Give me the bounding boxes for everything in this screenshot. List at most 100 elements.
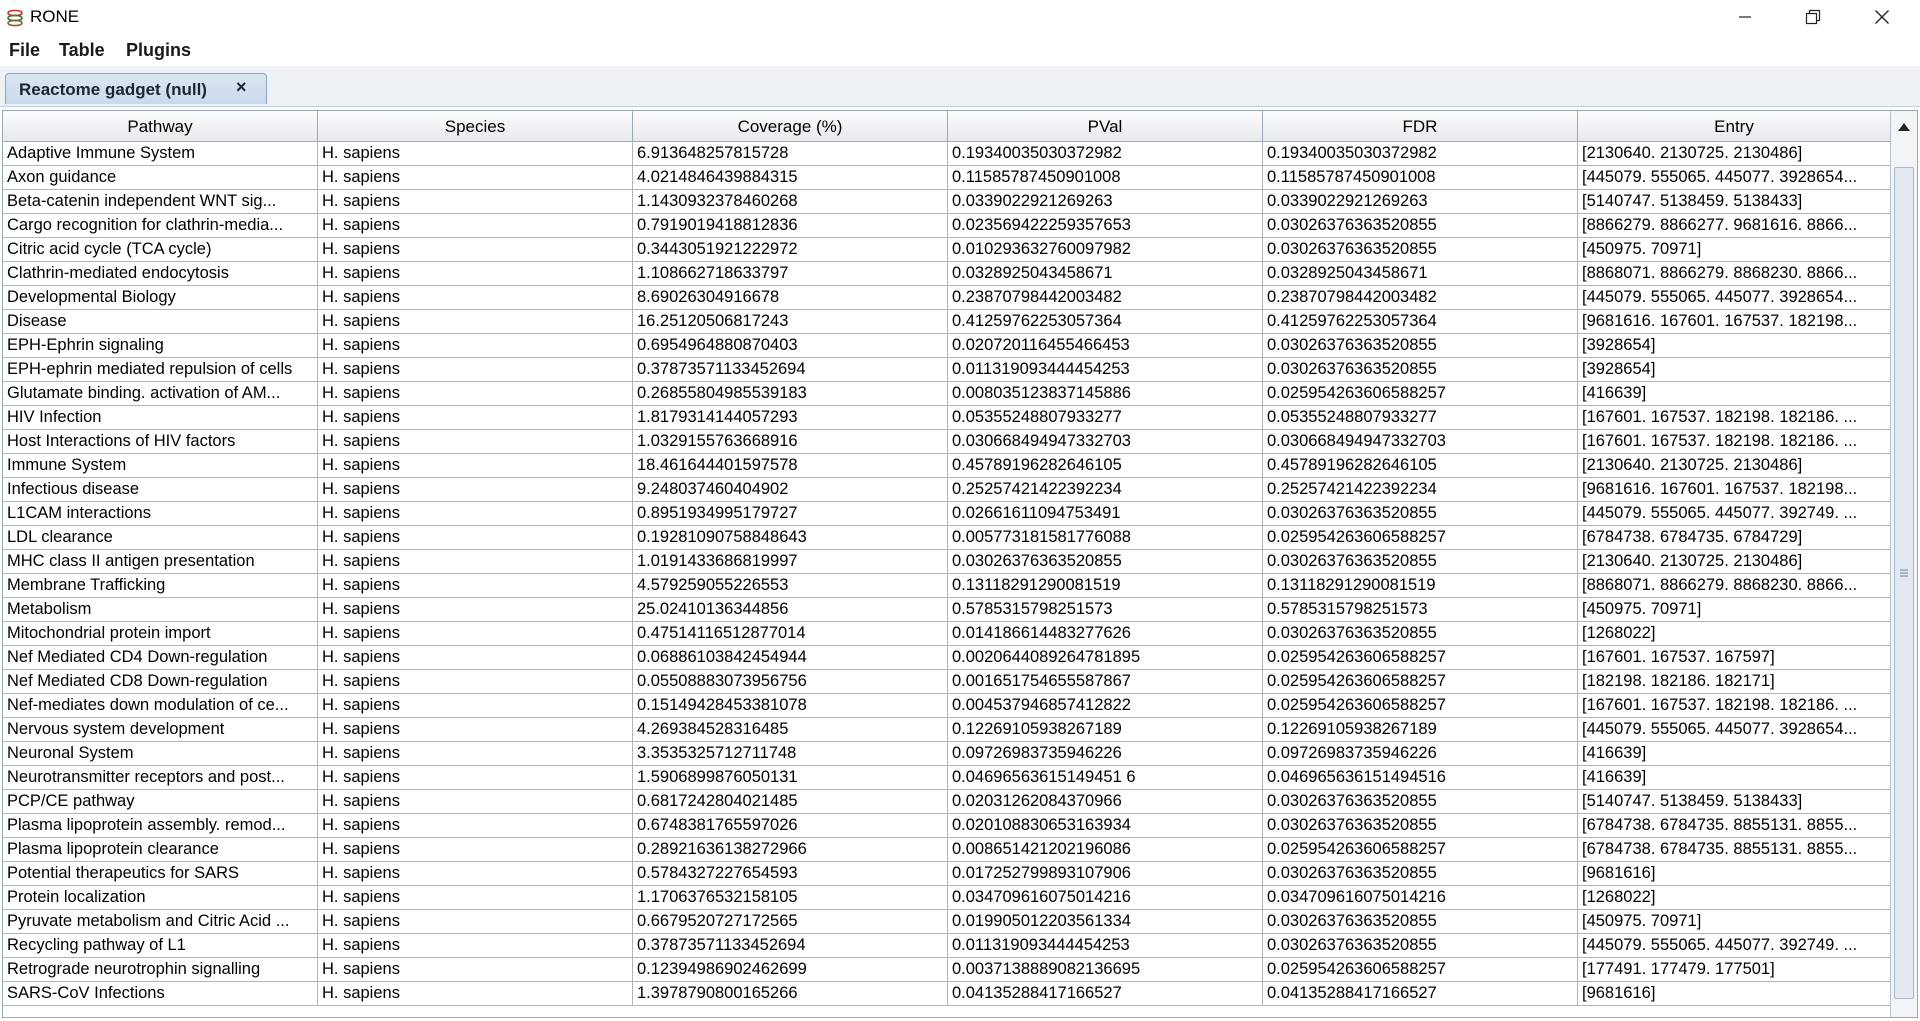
table-cell[interactable]: H. sapiens xyxy=(318,190,633,214)
table-cell[interactable]: 0.03026376363520855 xyxy=(1263,238,1578,262)
menu-plugins[interactable]: Plugins xyxy=(126,40,191,61)
table-cell[interactable]: Potential therapeutics for SARS xyxy=(3,862,318,886)
table-cell[interactable]: [9681616. 167601. 167537. 182198... xyxy=(1578,478,1891,502)
table-cell[interactable]: [6784738. 6784735. 8855131. 8855... xyxy=(1578,838,1891,862)
table-cell[interactable]: H. sapiens xyxy=(318,526,633,550)
table-cell[interactable]: H. sapiens xyxy=(318,886,633,910)
table-cell[interactable]: MHC class II antigen presentation xyxy=(3,550,318,574)
table-cell[interactable]: H. sapiens xyxy=(318,502,633,526)
table-cell[interactable]: Nef-mediates down modulation of ce... xyxy=(3,694,318,718)
table-cell[interactable]: 0.02661611094753491 xyxy=(948,502,1263,526)
table-cell[interactable]: H. sapiens xyxy=(318,622,633,646)
table-cell[interactable]: Glutamate binding. activation of AM... xyxy=(3,382,318,406)
table-cell[interactable]: H. sapiens xyxy=(318,670,633,694)
table-cell[interactable]: [445079. 555065. 445077. 392749. ... xyxy=(1578,934,1891,958)
scroll-up-button[interactable] xyxy=(1891,117,1917,137)
table-row[interactable]: Plasma lipoprotein clearance H. sapiens 0.… xyxy=(3,838,1891,862)
table-cell[interactable]: 0.034709616075014216 xyxy=(1263,886,1578,910)
table-row[interactable]: Neuronal System H. sapiens 3.3535325712711… xyxy=(3,742,1891,766)
table-cell[interactable]: [2130640. 2130725. 2130486] xyxy=(1578,142,1891,166)
table-cell[interactable]: H. sapiens xyxy=(318,142,633,166)
table-row[interactable]: Adaptive Immune System H. sapiens 6.913648… xyxy=(3,142,1891,166)
table-cell[interactable]: 0.020720116455466453 xyxy=(948,334,1263,358)
table-cell[interactable]: 1.8179314144057293 xyxy=(633,406,948,430)
table-cell[interactable]: 0.28921636138272966 xyxy=(633,838,948,862)
table-row[interactable]: Nef Mediated CD8 Down-regulation H. sapie… xyxy=(3,670,1891,694)
table-cell[interactable]: [450975. 70971] xyxy=(1578,910,1891,934)
table-cell[interactable]: H. sapiens xyxy=(318,382,633,406)
table-cell[interactable]: PCP/CE pathway xyxy=(3,790,318,814)
table-cell[interactable]: H. sapiens xyxy=(318,694,633,718)
table-row[interactable]: Retrograde neurotrophin signalling H. sap… xyxy=(3,958,1891,982)
table-cell[interactable]: 0.8951934995179727 xyxy=(633,502,948,526)
table-cell[interactable]: H. sapiens xyxy=(318,286,633,310)
restore-button[interactable] xyxy=(1783,0,1843,34)
table-row[interactable]: L1CAM interactions H. sapiens 0.8951934995… xyxy=(3,502,1891,526)
table-cell[interactable]: 0.0328925043458671 xyxy=(948,262,1263,286)
table-cell[interactable]: 9.248037460404902 xyxy=(633,478,948,502)
table-cell[interactable]: 6.913648257815728 xyxy=(633,142,948,166)
table-cell[interactable]: 0.37873571133452694 xyxy=(633,358,948,382)
table-row[interactable]: Plasma lipoprotein assembly. remod... H. … xyxy=(3,814,1891,838)
table-cell[interactable]: H. sapiens xyxy=(318,766,633,790)
table-cell[interactable]: [167601. 167537. 167597] xyxy=(1578,646,1891,670)
table-cell[interactable]: [445079. 555065. 445077. 3928654... xyxy=(1578,286,1891,310)
table-cell[interactable]: H. sapiens xyxy=(318,430,633,454)
table-cell[interactable]: Host Interactions of HIV factors xyxy=(3,430,318,454)
table-cell[interactable]: 1.1430932378460268 xyxy=(633,190,948,214)
table-cell[interactable]: Axon guidance xyxy=(3,166,318,190)
table-row[interactable]: Neurotransmitter receptors and post... H.… xyxy=(3,766,1891,790)
table-cell[interactable]: 0.05355248807933277 xyxy=(1263,406,1578,430)
table-cell[interactable]: 25.02410136344856 xyxy=(633,598,948,622)
table-cell[interactable]: 0.03026376363520855 xyxy=(1263,214,1578,238)
table-cell[interactable]: 0.6748381765597026 xyxy=(633,814,948,838)
table-cell[interactable]: Pyruvate metabolism and Citric Acid ... xyxy=(3,910,318,934)
table-cell[interactable]: [3928654] xyxy=(1578,334,1891,358)
table-row[interactable]: Axon guidance H. sapiens 4.021484643988431… xyxy=(3,166,1891,190)
table-cell[interactable]: LDL clearance xyxy=(3,526,318,550)
table-cell[interactable]: 0.03026376363520855 xyxy=(1263,934,1578,958)
table-cell[interactable]: Protein localization xyxy=(3,886,318,910)
table-cell[interactable]: [167601. 167537. 182198. 182186. ... xyxy=(1578,406,1891,430)
table-cell[interactable]: [445079. 555065. 445077. 392749. ... xyxy=(1578,502,1891,526)
table-cell[interactable]: Beta-catenin independent WNT sig... xyxy=(3,190,318,214)
table-cell[interactable]: 0.0020644089264781895 xyxy=(948,646,1263,670)
table-cell[interactable]: 0.6679520727172565 xyxy=(633,910,948,934)
table-cell[interactable]: 0.023569422259357653 xyxy=(948,214,1263,238)
table-cell[interactable]: 1.3978790800165266 xyxy=(633,982,948,1006)
table-cell[interactable]: H. sapiens xyxy=(318,550,633,574)
table-cell[interactable]: 0.025954263606588257 xyxy=(1263,646,1578,670)
table-row[interactable]: Developmental Biology H. sapiens 8.6902630… xyxy=(3,286,1891,310)
table-cell[interactable]: [6784738. 6784735. 6784729] xyxy=(1578,526,1891,550)
table-cell[interactable]: 8.69026304916678 xyxy=(633,286,948,310)
table-cell[interactable]: H. sapiens xyxy=(318,166,633,190)
menu-file[interactable]: File xyxy=(9,40,40,61)
table-cell[interactable]: 0.47514116512877014 xyxy=(633,622,948,646)
table-cell[interactable]: 0.5785315798251573 xyxy=(1263,598,1578,622)
table-cell[interactable]: [2130640. 2130725. 2130486] xyxy=(1578,454,1891,478)
table-cell[interactable]: Neuronal System xyxy=(3,742,318,766)
table-cell[interactable]: H. sapiens xyxy=(318,454,633,478)
table-cell[interactable]: H. sapiens xyxy=(318,934,633,958)
table-cell[interactable]: [416639] xyxy=(1578,766,1891,790)
table-cell[interactable]: Clathrin-mediated endocytosis xyxy=(3,262,318,286)
table-cell[interactable]: [8866279. 8866277. 9681616. 8866... xyxy=(1578,214,1891,238)
table-cell[interactable]: [416639] xyxy=(1578,382,1891,406)
tab-close-icon[interactable]: × xyxy=(236,77,247,98)
table-cell[interactable]: H. sapiens xyxy=(318,958,633,982)
table-cell[interactable]: HIV Infection xyxy=(3,406,318,430)
table-cell[interactable]: [167601. 167537. 182198. 182186. ... xyxy=(1578,430,1891,454)
table-cell[interactable]: 0.034709616075014216 xyxy=(948,886,1263,910)
table-cell[interactable]: H. sapiens xyxy=(318,334,633,358)
column-header-pathway[interactable]: Pathway xyxy=(3,111,318,142)
menu-table[interactable]: Table xyxy=(59,40,105,61)
table-cell[interactable]: L1CAM interactions xyxy=(3,502,318,526)
table-cell[interactable]: H. sapiens xyxy=(318,718,633,742)
table-cell[interactable]: [416639] xyxy=(1578,742,1891,766)
table-cell[interactable]: 0.09726983735946226 xyxy=(948,742,1263,766)
table-row[interactable]: Citric acid cycle (TCA cycle) H. sapiens 0… xyxy=(3,238,1891,262)
minimize-button[interactable] xyxy=(1715,0,1775,34)
table-row[interactable]: MHC class II antigen presentation H. sapi… xyxy=(3,550,1891,574)
table-row[interactable]: EPH-Ephrin signaling H. sapiens 0.69549648… xyxy=(3,334,1891,358)
table-cell[interactable]: 0.11585787450901008 xyxy=(948,166,1263,190)
